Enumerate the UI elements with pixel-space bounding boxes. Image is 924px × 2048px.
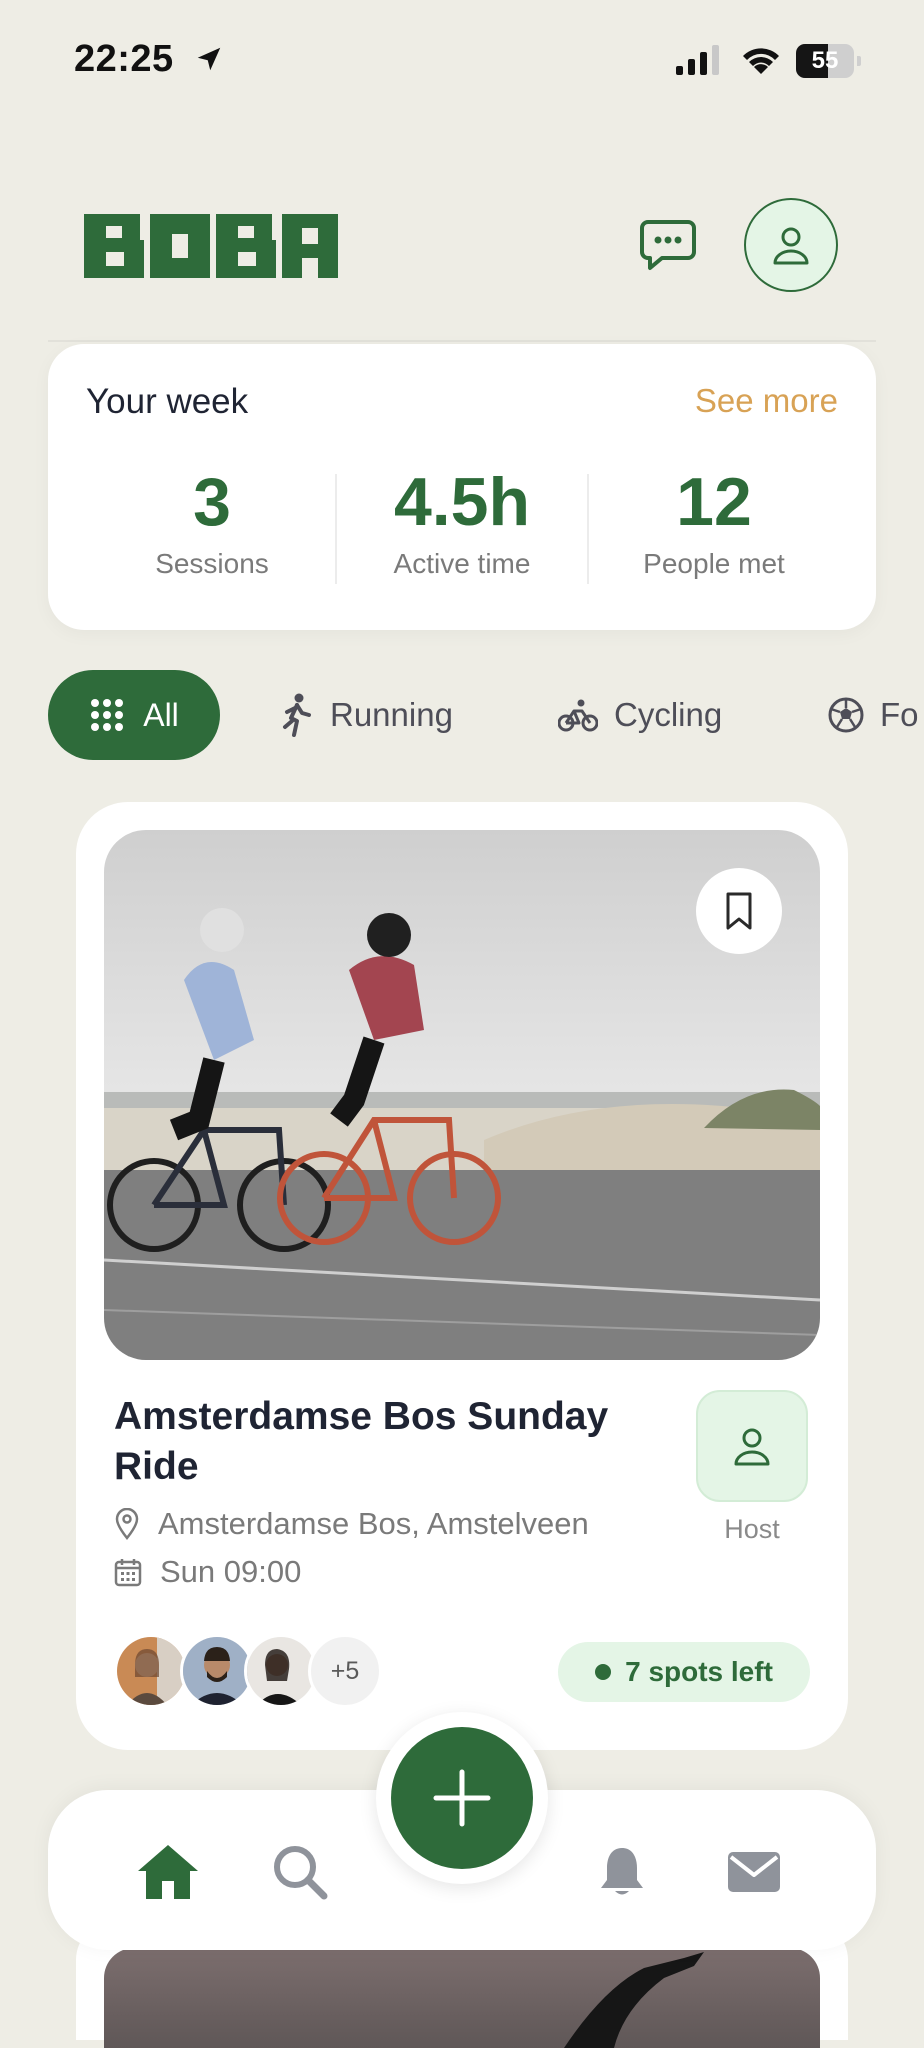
bookmark-button[interactable]: [696, 868, 782, 954]
event-time-row: Sun 09:00: [114, 1552, 301, 1592]
see-more-link[interactable]: See more: [695, 382, 838, 420]
battery-level: 55: [811, 47, 839, 74]
chip-label: All: [143, 696, 179, 733]
chat-icon[interactable]: [640, 218, 696, 272]
wifi-icon: [743, 48, 779, 74]
search-icon: [274, 1846, 328, 1900]
filter-chip-football[interactable]: Fo: [828, 670, 919, 760]
header-divider: [48, 340, 876, 342]
calendar-icon: [114, 1559, 142, 1587]
football-icon: [828, 697, 864, 733]
spots-left-text: 7 spots left: [625, 1656, 773, 1687]
stat-sessions: 3 Sessions: [87, 464, 337, 580]
create-button[interactable]: [376, 1712, 548, 1884]
user-icon: [734, 1428, 770, 1466]
stat-people-met: 12 People met: [589, 464, 839, 580]
nav-search[interactable]: [268, 1840, 332, 1904]
stat-label: Active time: [393, 548, 531, 579]
bookmark-icon: [726, 892, 752, 930]
event-location: Amsterdamse Bos, Amstelveen: [158, 1506, 589, 1541]
filter-chip-all[interactable]: All: [48, 670, 220, 760]
filter-chip-cycling[interactable]: Cycling: [558, 670, 722, 760]
stat-label: Sessions: [155, 548, 269, 579]
status-dot: [595, 1664, 612, 1680]
chip-label: Cycling: [614, 696, 723, 733]
host-avatar[interactable]: [696, 1390, 808, 1502]
filter-chip-running[interactable]: Running: [280, 670, 453, 760]
more-attendees-count[interactable]: +5: [308, 1634, 382, 1708]
stat-label: People met: [643, 548, 785, 579]
bell-icon: [601, 1848, 643, 1895]
add-icon: [433, 1769, 491, 1827]
signal-icon: [676, 45, 719, 75]
user-icon: [773, 227, 809, 265]
next-event-photo: [104, 1948, 820, 2048]
location-pin-icon: [115, 1508, 139, 1540]
mail-icon: [728, 1852, 780, 1892]
week-title: Your week: [86, 382, 249, 421]
attendee-avatar[interactable]: [114, 1634, 188, 1708]
attendee-avatar[interactable]: [244, 1634, 318, 1708]
location-arrow-icon: [197, 47, 221, 71]
profile-button[interactable]: [744, 198, 838, 292]
stat-value: 3: [193, 464, 231, 540]
nav-home[interactable]: [136, 1840, 200, 1904]
bicycle-icon: [558, 699, 598, 732]
runner-icon: [283, 693, 311, 737]
stat-active-time: 4.5h Active time: [337, 464, 587, 580]
stat-value: 12: [676, 464, 752, 540]
host-label: Host: [724, 1514, 780, 1544]
battery-indicator: 55: [796, 44, 862, 78]
chip-label: Running: [330, 696, 453, 733]
attendee-avatar[interactable]: [180, 1634, 254, 1708]
week-summary-card: Your week See more 3 Sessions 4.5h Activ…: [48, 344, 876, 630]
event-card[interactable]: Amsterdamse Bos Sunday Ride Amsterdamse …: [76, 802, 848, 1750]
nav-messages[interactable]: [722, 1840, 786, 1904]
stat-value: 4.5h: [393, 464, 531, 540]
grid-icon: [91, 699, 124, 731]
event-title: Amsterdamse Bos Sunday Ride: [114, 1395, 609, 1488]
chip-label: Fo: [880, 696, 919, 733]
event-time: Sun 09:00: [160, 1554, 302, 1589]
app-logo: [84, 214, 338, 278]
status-time: 22:25: [74, 38, 174, 80]
home-icon: [138, 1845, 198, 1899]
create-fab[interactable]: [391, 1727, 533, 1869]
spots-left-badge: 7 spots left: [558, 1642, 810, 1702]
nav-notifications[interactable]: [590, 1840, 654, 1904]
event-location-row: Amsterdamse Bos, Amstelveen: [114, 1504, 589, 1544]
